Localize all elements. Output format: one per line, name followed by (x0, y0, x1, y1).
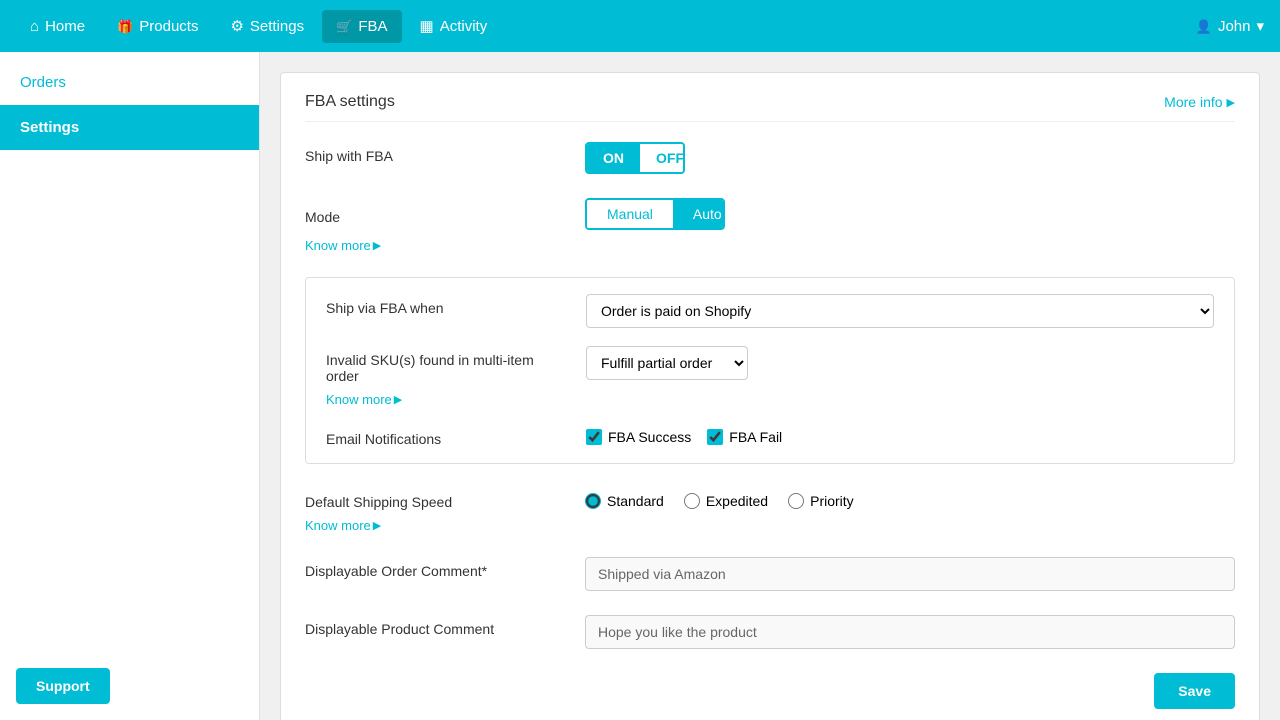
invalid-sku-control: Fulfill partial order Cancel entire orde… (586, 346, 748, 380)
nav-item-fba[interactable]: FBA (322, 10, 401, 43)
nav-item-activity[interactable]: Activity (406, 9, 502, 43)
shipping-speed-row: Default Shipping Speed Standard Expedite… (305, 488, 1235, 533)
user-icon (1196, 18, 1212, 35)
shipping-priority-item[interactable]: Priority (788, 493, 854, 509)
product-comment-input[interactable] (585, 615, 1235, 649)
email-notifications-row: Email Notifications FBA Success FBA Fail (326, 425, 1214, 447)
shipping-standard-radio[interactable] (585, 493, 601, 509)
more-info-link[interactable]: More info (1164, 94, 1235, 110)
products-icon (117, 18, 133, 35)
save-row: Save (305, 673, 1235, 709)
fba-fail-checkbox[interactable] (707, 429, 723, 445)
nav-item-home[interactable]: Home (16, 10, 99, 43)
mode-auto-button[interactable]: Auto (673, 200, 725, 228)
home-icon (30, 18, 39, 35)
nav-home-label: Home (45, 18, 85, 35)
shipping-standard-label: Standard (607, 493, 664, 509)
sidebar: Orders Settings (0, 52, 260, 720)
nav-settings-label: Settings (250, 18, 304, 35)
activity-icon (420, 17, 434, 35)
mode-toggle-group: Manual Auto (585, 198, 725, 230)
fba-settings-card: FBA settings More info Ship with FBA ON … (280, 72, 1260, 720)
fba-fail-label: FBA Fail (729, 429, 782, 445)
order-comment-row: Displayable Order Comment* (305, 557, 1235, 591)
order-comment-label: Displayable Order Comment* (305, 557, 565, 579)
inner-panel: Ship via FBA when Order is paid on Shopi… (305, 277, 1235, 464)
toggle-on-button[interactable]: ON (587, 144, 640, 172)
shipping-speed-control: Standard Expedited Priority (585, 489, 854, 509)
ship-when-select[interactable]: Order is paid on Shopify Order is create… (586, 294, 1214, 328)
product-comment-control (585, 615, 1235, 649)
toggle-off-button[interactable]: OFF (640, 144, 685, 172)
shipping-expedited-label: Expedited (706, 493, 768, 509)
email-notifications-control: FBA Success FBA Fail (586, 425, 782, 445)
order-comment-control (585, 557, 1235, 591)
invalid-sku-know-more-link[interactable]: Know more (326, 392, 402, 407)
mode-row: Mode Manual Auto Know more (305, 198, 1235, 253)
card-header: FBA settings More info (305, 93, 1235, 122)
navbar: Home Products Settings FBA Activity John (0, 0, 1280, 52)
ship-when-control: Order is paid on Shopify Order is create… (586, 294, 1214, 328)
user-name: John (1218, 18, 1251, 35)
nav-items: Home Products Settings FBA Activity (16, 9, 1196, 43)
layout: Orders Settings FBA settings More info S… (0, 52, 1280, 720)
shipping-speed-label: Default Shipping Speed (305, 488, 565, 510)
fba-success-checkbox-item[interactable]: FBA Success (586, 429, 691, 445)
product-comment-label: Displayable Product Comment (305, 615, 565, 637)
nav-item-products[interactable]: Products (103, 10, 212, 43)
sidebar-item-orders[interactable]: Orders (0, 60, 259, 105)
email-notifications-label: Email Notifications (326, 425, 566, 447)
shipping-standard-item[interactable]: Standard (585, 493, 664, 509)
ship-with-fba-control: ON OFF (585, 142, 1235, 174)
fba-success-checkbox[interactable] (586, 429, 602, 445)
sidebar-settings-label: Settings (20, 119, 79, 136)
sidebar-item-settings[interactable]: Settings (0, 105, 259, 150)
shipping-priority-radio[interactable] (788, 493, 804, 509)
shipping-expedited-radio[interactable] (684, 493, 700, 509)
card-title: FBA settings (305, 93, 395, 111)
fba-icon (336, 18, 352, 35)
fba-success-label: FBA Success (608, 429, 691, 445)
support-button[interactable]: Support (16, 668, 110, 704)
invalid-sku-select[interactable]: Fulfill partial order Cancel entire orde… (586, 346, 748, 380)
save-button[interactable]: Save (1154, 673, 1235, 709)
ship-when-row: Ship via FBA when Order is paid on Shopi… (326, 294, 1214, 328)
shipping-know-more-link[interactable]: Know more (305, 518, 381, 533)
shipping-expedited-item[interactable]: Expedited (684, 493, 768, 509)
invalid-sku-row: Invalid SKU(s) found in multi-item order… (326, 346, 1214, 407)
sidebar-orders-label: Orders (20, 74, 66, 91)
nav-products-label: Products (139, 18, 198, 35)
mode-know-more-link[interactable]: Know more (305, 238, 381, 253)
ship-toggle-group: ON OFF (585, 142, 685, 174)
invalid-sku-label: Invalid SKU(s) found in multi-item order (326, 346, 566, 384)
ship-with-fba-row: Ship with FBA ON OFF (305, 142, 1235, 174)
ship-when-label: Ship via FBA when (326, 294, 566, 316)
user-menu[interactable]: John (1196, 17, 1264, 35)
shipping-priority-label: Priority (810, 493, 854, 509)
mode-label: Mode (305, 203, 565, 225)
nav-fba-label: FBA (358, 18, 387, 35)
nav-activity-label: Activity (440, 18, 488, 35)
fba-fail-checkbox-item[interactable]: FBA Fail (707, 429, 782, 445)
mode-manual-button[interactable]: Manual (587, 200, 673, 228)
settings-icon (230, 17, 243, 35)
ship-with-fba-label: Ship with FBA (305, 142, 565, 164)
mode-control: Manual Auto (585, 198, 725, 230)
order-comment-input[interactable] (585, 557, 1235, 591)
main-content: FBA settings More info Ship with FBA ON … (260, 52, 1280, 720)
product-comment-row: Displayable Product Comment (305, 615, 1235, 649)
nav-item-settings[interactable]: Settings (216, 9, 318, 43)
